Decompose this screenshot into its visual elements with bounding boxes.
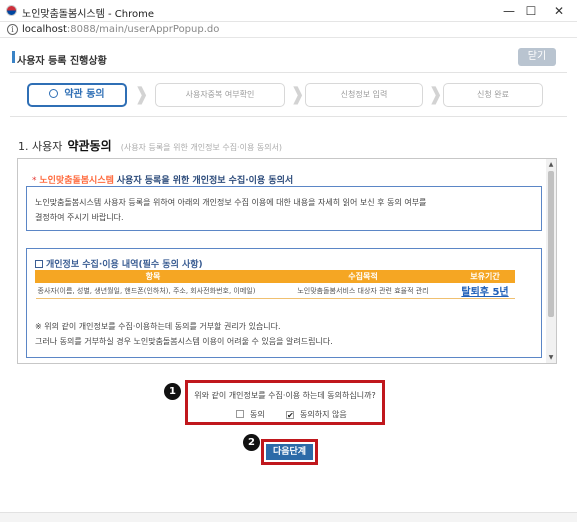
consent-question: 위와 같이 개인정보를 수집·이용 하는데 동의하십니까? bbox=[194, 391, 376, 400]
checkbox-square-icon bbox=[35, 260, 43, 268]
section-title: 1. 사용자 약관동의 (사용자 등록을 위한 개인정보 수집·이용 동의서) bbox=[18, 135, 282, 154]
col-header-period: 보유기간 bbox=[455, 270, 515, 283]
maximize-button[interactable]: ☐ bbox=[518, 2, 544, 20]
intro-heading: * 노인맞춤돌봄시스템 사용자 등록을 위한 개인정보 수집·이용 동의서 bbox=[32, 173, 293, 186]
agree-checkbox[interactable] bbox=[236, 410, 244, 418]
consent-box: 위와 같이 개인정보를 수집·이용 하는데 동의하십니까? 동의 ✔ 동의하지 않… bbox=[185, 380, 385, 425]
close-window-button[interactable]: ✕ bbox=[546, 2, 572, 20]
cell-purpose: 노인맞춤돌봄서비스 대상자 관련 효율적 관리 bbox=[270, 282, 456, 299]
collection-heading-text: 개인정보 수집·이용 내역(필수 동의 사항) bbox=[46, 260, 203, 270]
header-divider bbox=[10, 72, 567, 73]
refusal-note-line2: 그러나 동의를 거부하실 경우 노인맞춤돌봄시스템 이용이 어려울 수 있음을 … bbox=[35, 337, 333, 346]
cell-items: 종사자(이름, 성별, 생년월일, 핸드폰(인하처), 주소, 회사전화번호, … bbox=[35, 282, 271, 299]
window-title: 노인맞춤돌봄시스템 - Chrome bbox=[22, 9, 154, 20]
terms-scroll-box[interactable]: * 노인맞춤돌봄시스템 사용자 등록을 위한 개인정보 수집·이용 동의서 노인… bbox=[17, 158, 557, 364]
gov-logo-icon bbox=[6, 5, 17, 16]
collection-panel: 개인정보 수집·이용 내역(필수 동의 사항) 항목 수집목적 보유기간 종사자… bbox=[26, 248, 542, 358]
page-title: 사용자 등록 진행상황 bbox=[17, 56, 107, 67]
intro-body-line1: 노인맞춤돌봄시스템 사용자 등록을 위하여 아래의 개인정보 수집 이용에 대한… bbox=[35, 198, 427, 207]
close-button[interactable]: 닫기 bbox=[518, 48, 556, 66]
intro-title: 사용자 등록을 위한 개인정보 수집·이용 동의서 bbox=[116, 176, 294, 186]
table-header-row: 항목 수집목적 보유기간 bbox=[35, 270, 515, 283]
step-label: 약관 동의 bbox=[64, 89, 105, 100]
step-terms-agreement: 약관 동의 bbox=[27, 83, 127, 107]
url-text[interactable]: localhost:8088/main/userApprPopup.do bbox=[22, 24, 219, 35]
scroll-up-icon[interactable]: ▲ bbox=[547, 161, 555, 168]
required-star: * bbox=[32, 176, 37, 186]
disagree-checkbox[interactable]: ✔ bbox=[286, 411, 294, 420]
step-arrow-icon: ❱ bbox=[134, 84, 150, 105]
col-header-items: 항목 bbox=[35, 270, 271, 283]
step-application-input: 신청정보 입력 bbox=[305, 83, 423, 107]
scrollbar[interactable]: ▲ ▼ bbox=[546, 159, 556, 363]
disagree-option[interactable]: ✔ 동의하지 않음 bbox=[286, 409, 347, 420]
agree-option[interactable]: 동의 bbox=[236, 409, 265, 420]
section-title-bold: 약관동의 bbox=[67, 139, 112, 153]
section-number: 1. 사용자 bbox=[18, 140, 63, 153]
browser-titlebar: 노인맞춤돌봄시스템 - Chrome — ☐ ✕ bbox=[0, 0, 577, 22]
table-row: 종사자(이름, 성별, 생년월일, 핸드폰(인하처), 주소, 회사전화번호, … bbox=[35, 282, 515, 299]
header-accent-bar bbox=[12, 51, 15, 63]
intro-brand: 노인맞춤돌봄시스템 bbox=[39, 176, 114, 186]
page-footer bbox=[0, 512, 577, 522]
step-arrow-icon: ❱ bbox=[290, 84, 306, 105]
annotation-badge-1: 1 bbox=[164, 383, 181, 400]
agree-label: 동의 bbox=[250, 410, 265, 419]
collection-heading: 개인정보 수집·이용 내역(필수 동의 사항) bbox=[35, 257, 203, 270]
step-duplicate-check: 사용자중복 여부확인 bbox=[155, 83, 285, 107]
section-subtitle: (사용자 등록을 위한 개인정보 수집·이용 동의서) bbox=[120, 143, 283, 152]
annotation-badge-2: 2 bbox=[243, 434, 260, 451]
scrollbar-thumb[interactable] bbox=[548, 171, 554, 317]
step-circle-icon bbox=[49, 89, 59, 98]
cell-period: 탈퇴후 5년 bbox=[455, 282, 515, 299]
address-bar[interactable]: i localhost:8088/main/userApprPopup.do bbox=[0, 22, 577, 38]
intro-body-line2: 결정하여 주시기 바랍니다. bbox=[35, 213, 124, 222]
steps-divider bbox=[10, 116, 567, 117]
collection-table: 항목 수집목적 보유기간 종사자(이름, 성별, 생년월일, 핸드폰(인하처),… bbox=[35, 270, 515, 299]
step-arrow-icon: ❱ bbox=[428, 84, 444, 105]
info-icon[interactable]: i bbox=[7, 24, 18, 35]
step-application-complete: 신청 완료 bbox=[443, 83, 543, 107]
scroll-down-icon[interactable]: ▼ bbox=[547, 354, 555, 361]
refusal-note-line1: ※ 위의 같이 개인정보를 수집·이용하는데 동의를 거부할 권리가 있습니다. bbox=[35, 322, 281, 331]
url-path: :8088/main/userApprPopup.do bbox=[66, 24, 220, 35]
next-button-highlight: 다음단계 bbox=[261, 439, 318, 465]
disagree-label: 동의하지 않음 bbox=[300, 410, 347, 419]
next-step-button[interactable]: 다음단계 bbox=[266, 444, 313, 460]
col-header-purpose: 수집목적 bbox=[270, 270, 456, 283]
url-host: localhost bbox=[22, 24, 67, 35]
intro-panel: 노인맞춤돌봄시스템 사용자 등록을 위하여 아래의 개인정보 수집 이용에 대한… bbox=[26, 186, 542, 231]
